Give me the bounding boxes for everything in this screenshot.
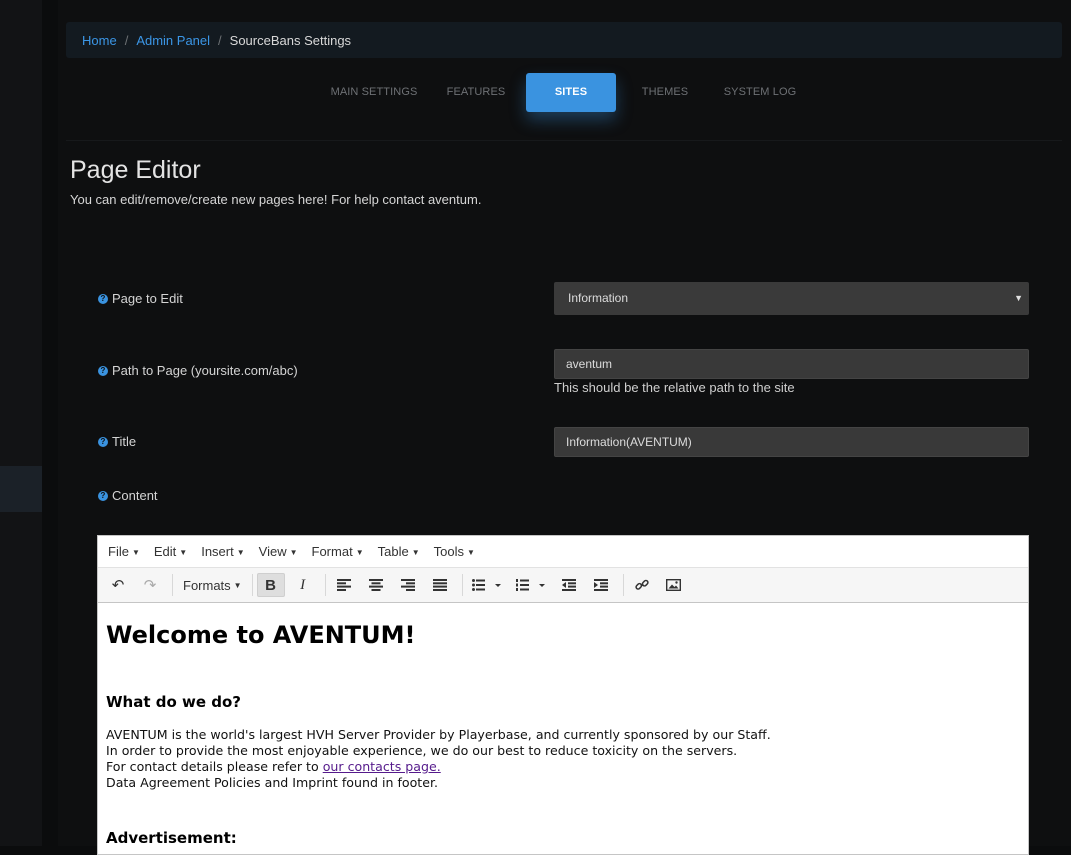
path-label-text: Path to Page (yoursite.com/abc) xyxy=(112,363,298,378)
editor-menubar: File ▼ Edit ▼ Insert ▼ View ▼ Format ▼ Table ▼… xyxy=(98,536,1028,568)
help-icon[interactable]: ? xyxy=(98,490,108,501)
menu-format[interactable]: Format ▼ xyxy=(306,544,370,559)
menu-edit[interactable]: Edit ▼ xyxy=(148,544,193,559)
tab-sites[interactable]: SITES xyxy=(526,73,616,112)
path-label: ? Path to Page (yoursite.com/abc) xyxy=(98,363,298,378)
page-to-edit-select[interactable]: Information ▼ xyxy=(554,282,1029,315)
content-line: In order to provide the most enjoyable e… xyxy=(106,743,738,758)
page-description: You can edit/remove/create new pages her… xyxy=(70,192,482,207)
path-input[interactable] xyxy=(554,349,1029,379)
content-paragraph: AVENTUM is the world's largest HVH Serve… xyxy=(106,727,1020,791)
chevron-down-icon: ▼ xyxy=(1014,293,1023,303)
content-line: For contact details please refer to xyxy=(106,759,323,774)
help-icon[interactable]: ? xyxy=(98,365,108,376)
breadcrumb-current: SourceBans Settings xyxy=(229,32,352,48)
page-to-edit-selected-value: Information xyxy=(568,291,629,305)
help-icon[interactable]: ? xyxy=(98,293,108,304)
link-icon[interactable] xyxy=(628,573,656,597)
align-center-icon[interactable] xyxy=(362,573,390,597)
editor-content-area[interactable]: Welcome to AVENTUM! What do we do? AVENT… xyxy=(98,621,1028,847)
formats-dropdown[interactable]: Formats ▼ xyxy=(177,578,248,593)
bullet-list-icon[interactable] xyxy=(467,573,507,597)
title-label: ? Title xyxy=(98,434,136,449)
page-to-edit-label-text: Page to Edit xyxy=(112,291,183,306)
toolbar-separator xyxy=(461,574,463,596)
menu-view[interactable]: View ▼ xyxy=(253,544,304,559)
contacts-page-link[interactable]: our contacts page. xyxy=(323,759,441,774)
page-title: Page Editor xyxy=(70,156,201,184)
content-subheading: What do we do? xyxy=(106,693,241,711)
italic-icon[interactable]: I xyxy=(289,573,317,597)
toolbar-separator xyxy=(251,574,253,596)
tabs-divider xyxy=(66,140,1062,141)
rich-text-editor: File ▼ Edit ▼ Insert ▼ View ▼ Format ▼ Table ▼… xyxy=(97,535,1029,855)
menu-file[interactable]: File ▼ xyxy=(102,544,146,559)
align-left-icon[interactable] xyxy=(330,573,358,597)
numbered-list-icon[interactable] xyxy=(511,573,551,597)
path-help-text: This should be the relative path to the … xyxy=(554,380,795,395)
outdent-icon[interactable] xyxy=(555,573,583,597)
content-line: Data Agreement Policies and Imprint foun… xyxy=(106,775,439,790)
bold-icon[interactable]: B xyxy=(256,573,285,597)
content-subheading-advertisement: Advertisement: xyxy=(106,829,237,847)
breadcrumb-separator: / xyxy=(218,32,222,48)
content-line: AVENTUM is the world's largest HVH Serve… xyxy=(106,727,771,742)
content-label-text: Content xyxy=(112,488,158,503)
tab-themes[interactable]: THEMES xyxy=(635,73,695,112)
content-heading: Welcome to AVENTUM! xyxy=(106,621,416,649)
settings-tabs: MAIN SETTINGS FEATURES SITES THEMES SYST… xyxy=(0,73,1071,113)
breadcrumb-admin-link[interactable]: Admin Panel xyxy=(136,33,210,48)
content-label: ? Content xyxy=(98,488,158,503)
breadcrumb-home-link[interactable]: Home xyxy=(82,33,117,48)
menu-insert[interactable]: Insert ▼ xyxy=(195,544,250,559)
title-label-text: Title xyxy=(112,434,137,449)
align-right-icon[interactable] xyxy=(394,573,422,597)
undo-icon[interactable]: ↶ xyxy=(104,573,132,597)
left-sidebar xyxy=(0,0,42,846)
editor-toolbar: ↶ ↷ Formats ▼ B I xyxy=(98,568,1028,603)
tab-system-log[interactable]: SYSTEM LOG xyxy=(718,73,802,112)
breadcrumb: Home / Admin Panel / SourceBans Settings xyxy=(66,22,1062,58)
sidebar-active-item[interactable] xyxy=(0,466,42,512)
tab-features[interactable]: FEATURES xyxy=(441,73,511,112)
breadcrumb-separator: / xyxy=(124,32,129,48)
indent-icon[interactable] xyxy=(587,573,615,597)
help-icon[interactable]: ? xyxy=(98,436,108,447)
toolbar-separator xyxy=(622,574,624,596)
title-input[interactable] xyxy=(554,427,1029,457)
chevron-down-icon: ▼ xyxy=(233,580,242,590)
toolbar-separator xyxy=(324,574,326,596)
page-to-edit-label: ? Page to Edit xyxy=(98,291,183,306)
tab-main-settings[interactable]: MAIN SETTINGS xyxy=(325,73,423,112)
toolbar-separator xyxy=(172,574,173,596)
align-justify-icon[interactable] xyxy=(426,573,454,597)
image-icon[interactable] xyxy=(660,573,688,597)
redo-icon[interactable]: ↷ xyxy=(136,573,164,597)
menu-table[interactable]: Table ▼ xyxy=(372,544,426,559)
menu-tools[interactable]: Tools ▼ xyxy=(428,544,481,559)
